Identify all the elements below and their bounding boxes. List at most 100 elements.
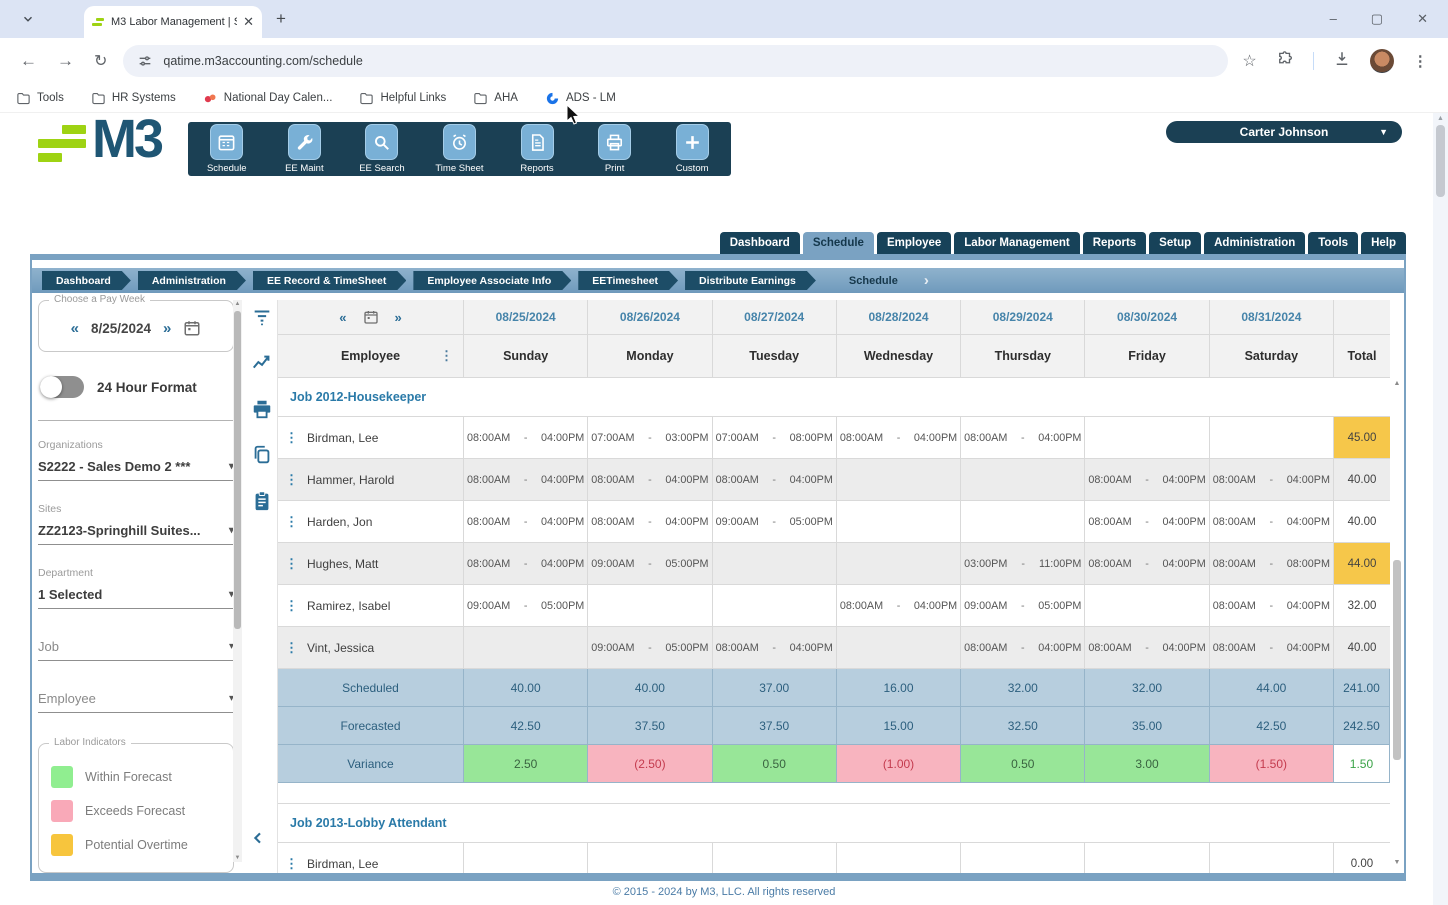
bookmark-national-day-calen[interactable]: National Day Calen... [203,91,333,106]
shift-cell-monday[interactable]: 09:00AM-05:00PM [588,627,712,668]
shift-cell-thursday[interactable]: 08:00AM-04:00PM [961,627,1085,668]
shift-cell-thursday[interactable] [961,459,1085,500]
breadcrumb-distribute-earnings[interactable]: Distribute Earnings [685,271,816,290]
row-drag-handle-icon[interactable]: ⋮ [285,472,298,488]
pay-week-date[interactable]: 8/25/2024 [91,321,151,336]
bookmark-helpful-links[interactable]: Helpful Links [359,91,446,106]
bookmark-star-icon[interactable]: ☆ [1242,51,1256,71]
breadcrumb-administration[interactable]: Administration [138,271,246,290]
scroll-up-icon[interactable]: ▲ [1392,380,1402,387]
next-week-icon[interactable]: » [395,310,402,325]
shift-cell-tuesday[interactable] [713,585,837,626]
scrollbar-thumb[interactable] [1393,560,1401,760]
scroll-down-icon[interactable]: ▼ [233,855,242,861]
filter-icon[interactable] [251,306,273,333]
copy-icon[interactable] [251,444,273,471]
shift-cell-saturday[interactable]: 08:00AM-04:00PM [1210,585,1334,626]
shift-cell-tuesday[interactable]: 08:00AM-04:00PM [713,459,837,500]
toolbar-print-button[interactable]: Print [580,124,650,174]
tab-administration[interactable]: Administration [1204,232,1305,254]
column-menu-icon[interactable]: ⋮ [440,348,453,364]
calendar-icon[interactable] [363,309,379,325]
shift-cell-sunday[interactable]: 08:00AM-04:00PM [464,417,588,458]
shift-cell-tuesday[interactable] [713,543,837,584]
browser-tab[interactable]: M3 Labor Management | Sched ✕ [84,6,262,38]
toolbar-schedule-button[interactable]: Schedule [192,124,262,174]
shift-cell-saturday[interactable]: 08:00AM-04:00PM [1210,627,1334,668]
shift-cell-monday[interactable]: 07:00AM-03:00PM [588,417,712,458]
shift-cell-saturday[interactable]: 08:00AM-04:00PM [1210,501,1334,542]
shift-cell-wednesday[interactable] [837,501,961,542]
row-drag-handle-icon[interactable]: ⋮ [285,430,298,446]
scroll-up-icon[interactable]: ▲ [233,301,242,307]
filter-select-department[interactable]: 1 Selected▾ [38,587,234,609]
scroll-down-icon[interactable]: ▼ [1392,859,1402,866]
trend-chart-icon[interactable] [251,352,273,379]
shift-cell-sunday[interactable]: 09:00AM-05:00PM [464,585,588,626]
shift-cell-monday[interactable] [588,585,712,626]
shift-cell-sunday[interactable] [464,627,588,668]
toolbar-time-sheet-button[interactable]: Time Sheet [424,124,494,174]
user-menu-button[interactable]: Carter Johnson ▼ [1166,121,1402,143]
filter-select-organizations[interactable]: S2222 - Sales Demo 2 ***▾ [38,459,234,481]
back-icon[interactable]: ← [20,51,37,71]
bookmark-hr-systems[interactable]: HR Systems [91,91,176,106]
shift-cell-wednesday[interactable] [837,543,961,584]
shift-cell-saturday[interactable]: 08:00AM-08:00PM [1210,543,1334,584]
close-button[interactable]: ✕ [1417,0,1428,38]
shift-cell-saturday[interactable]: 08:00AM-04:00PM [1210,459,1334,500]
prev-week-icon[interactable]: « [339,310,346,325]
scrollbar-thumb[interactable] [1436,125,1445,197]
sidebar-scrollbar[interactable]: ▲ ▼ [233,300,242,862]
row-drag-handle-icon[interactable]: ⋮ [285,556,298,572]
shift-cell-sunday[interactable]: 08:00AM-04:00PM [464,501,588,542]
tab-tools[interactable]: Tools [1308,232,1358,254]
shift-cell-wednesday[interactable] [837,843,961,881]
tab-labor-management[interactable]: Labor Management [954,232,1079,254]
shift-cell-wednesday[interactable] [837,627,961,668]
row-drag-handle-icon[interactable]: ⋮ [285,598,298,614]
filter-select-sites[interactable]: ZZ2123-Springhill Suites...▾ [38,523,234,545]
shift-cell-friday[interactable]: 08:00AM-04:00PM [1085,627,1209,668]
shift-cell-friday[interactable] [1085,585,1209,626]
maximize-button[interactable]: ▢ [1371,0,1383,38]
tab-close-icon[interactable]: ✕ [243,14,254,30]
tab-setup[interactable]: Setup [1149,232,1201,254]
shift-cell-saturday[interactable] [1210,843,1334,881]
extensions-icon[interactable] [1276,50,1294,73]
shift-cell-wednesday[interactable]: 08:00AM-04:00PM [837,585,961,626]
bookmark-aha[interactable]: AHA [473,91,518,106]
shift-cell-tuesday[interactable]: 07:00AM-08:00PM [713,417,837,458]
toolbar-ee-search-button[interactable]: EE Search [347,124,417,174]
shift-cell-tuesday[interactable]: 08:00AM-04:00PM [713,627,837,668]
tab-schedule[interactable]: Schedule [803,232,874,254]
forward-icon[interactable]: → [57,51,74,71]
toolbar-ee-maint-button[interactable]: EE Maint [269,124,339,174]
toolbar-custom-button[interactable]: Custom [657,124,727,174]
bookmark-tools[interactable]: Tools [16,91,64,106]
shift-cell-sunday[interactable]: 08:00AM-04:00PM [464,543,588,584]
toolbar-reports-button[interactable]: Reports [502,124,572,174]
shift-cell-monday[interactable]: 08:00AM-04:00PM [588,501,712,542]
scrollbar-thumb[interactable] [234,311,241,629]
breadcrumb-eetimesheet[interactable]: EETimesheet [578,271,678,290]
shift-cell-friday[interactable]: 08:00AM-04:00PM [1085,543,1209,584]
new-tab-button[interactable]: + [276,10,286,27]
prev-week-button[interactable]: « [71,320,79,337]
profile-avatar[interactable] [1370,49,1394,73]
calendar-icon[interactable] [183,319,201,337]
collapse-sidebar-icon[interactable] [250,830,266,851]
shift-cell-sunday[interactable] [464,843,588,881]
shift-cell-monday[interactable]: 08:00AM-04:00PM [588,459,712,500]
minimize-button[interactable]: – [1330,0,1337,38]
shift-cell-tuesday[interactable] [713,843,837,881]
shift-cell-monday[interactable] [588,843,712,881]
page-scrollbar[interactable]: ▲ [1433,113,1448,905]
tab-reports[interactable]: Reports [1083,232,1146,254]
row-drag-handle-icon[interactable]: ⋮ [285,640,298,656]
filter-select-employee[interactable]: Employee▾ [38,691,234,713]
address-bar[interactable]: qatime.m3accounting.com/schedule [123,45,1228,77]
breadcrumb-ee-record-timesheet[interactable]: EE Record & TimeSheet [253,271,406,290]
scroll-up-icon[interactable]: ▲ [1433,115,1448,122]
shift-cell-wednesday[interactable] [837,459,961,500]
